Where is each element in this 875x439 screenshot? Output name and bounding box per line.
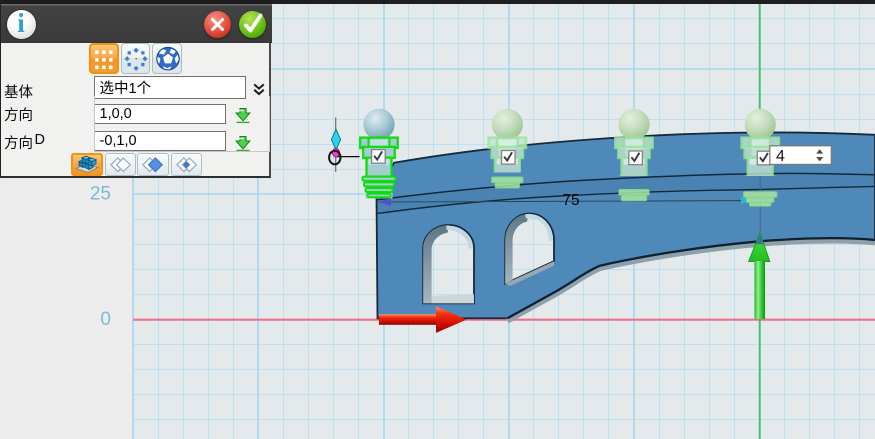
svg-text:4: 4: [776, 148, 785, 165]
svg-text:25: 25: [90, 184, 111, 205]
svg-text:0: 0: [100, 309, 111, 330]
svg-text:75: 75: [562, 192, 579, 209]
